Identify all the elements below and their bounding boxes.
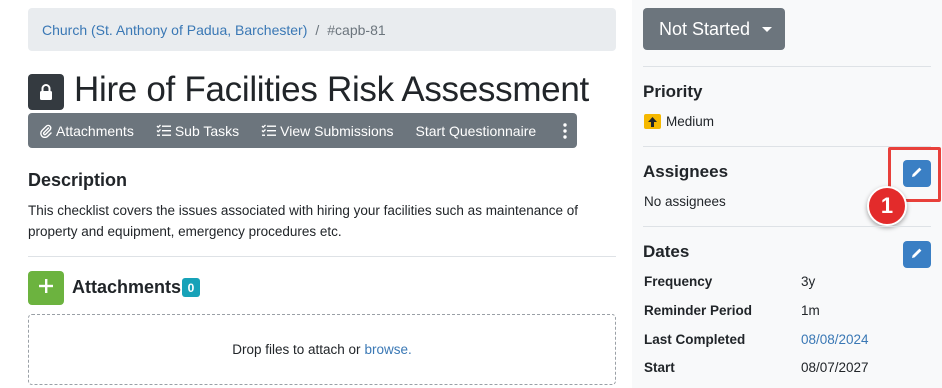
date-value-last-completed[interactable]: 08/08/2024 — [801, 332, 869, 347]
date-value-frequency: 3y — [801, 274, 816, 289]
attachments-count-badge: 0 — [182, 278, 200, 297]
breadcrumb-current: #capb-81 — [327, 21, 386, 38]
description-heading: Description — [28, 170, 128, 190]
dropzone-text: Drop files to attach or — [232, 342, 361, 357]
checklist-icon — [261, 124, 277, 137]
paperclip-icon — [40, 124, 52, 138]
date-label-frequency: Frequency — [644, 274, 713, 289]
title-row: Hire of Facilities Risk Assessment — [28, 70, 589, 110]
date-label-reminder-period: Reminder Period — [644, 303, 753, 318]
priority-heading: Priority — [643, 82, 703, 101]
breadcrumb-separator: / — [315, 21, 320, 38]
start-questionnaire-button[interactable]: Start Questionnaire — [405, 113, 548, 148]
description-text: This checklist covers the issues associa… — [28, 203, 578, 239]
plus-icon — [39, 278, 53, 298]
caret-down-icon — [762, 26, 773, 32]
edit-dates-button[interactable] — [903, 241, 931, 268]
arrow-up-icon — [644, 114, 661, 129]
start-questionnaire-button-label: Start Questionnaire — [415, 122, 537, 139]
priority-value: Medium — [666, 114, 715, 129]
view-submissions-button-label: View Submissions — [280, 122, 394, 139]
sidebar-divider — [643, 226, 931, 227]
sub-tasks-button[interactable]: Sub Tasks — [145, 113, 250, 148]
more-options-icon[interactable] — [553, 113, 577, 148]
section-divider — [28, 256, 616, 257]
lock-icon — [28, 74, 64, 110]
dates-heading: Dates — [643, 242, 690, 261]
sub-tasks-button-label: Sub Tasks — [174, 122, 240, 139]
browse-link[interactable]: browse. — [365, 342, 412, 357]
date-label-start: Start — [644, 360, 675, 375]
file-dropzone[interactable]: Drop files to attach or browse. — [28, 314, 616, 385]
sidebar-divider — [643, 66, 931, 67]
date-value-start: 08/07/2027 — [801, 360, 869, 375]
attachments-heading: Attachments — [72, 277, 182, 297]
assignees-heading: Assignees — [643, 162, 729, 181]
checklist-icon — [156, 124, 171, 137]
breadcrumb-parent-link[interactable]: Church (St. Anthony of Padua, Barchester… — [42, 22, 307, 38]
attachments-button[interactable]: Attachments — [28, 113, 145, 148]
page-title: Hire of Facilities Risk Assessment — [74, 70, 589, 109]
breadcrumb: Church (St. Anthony of Padua, Barchester… — [28, 8, 616, 51]
status-dropdown-label: Not Started — [659, 18, 751, 39]
pencil-icon — [911, 246, 923, 264]
task-toolbar: Attachments Sub Tasks View Submissions S… — [28, 113, 577, 148]
view-submissions-button[interactable]: View Submissions — [250, 113, 404, 148]
add-attachment-button[interactable] — [28, 271, 64, 305]
step-number-badge: 1 — [867, 186, 907, 226]
assignees-value: No assignees — [644, 194, 726, 209]
date-label-last-completed: Last Completed — [644, 332, 746, 347]
attachments-button-label: Attachments — [56, 122, 134, 139]
status-dropdown[interactable]: Not Started — [643, 8, 785, 50]
date-value-reminder-period: 1m — [801, 303, 820, 318]
